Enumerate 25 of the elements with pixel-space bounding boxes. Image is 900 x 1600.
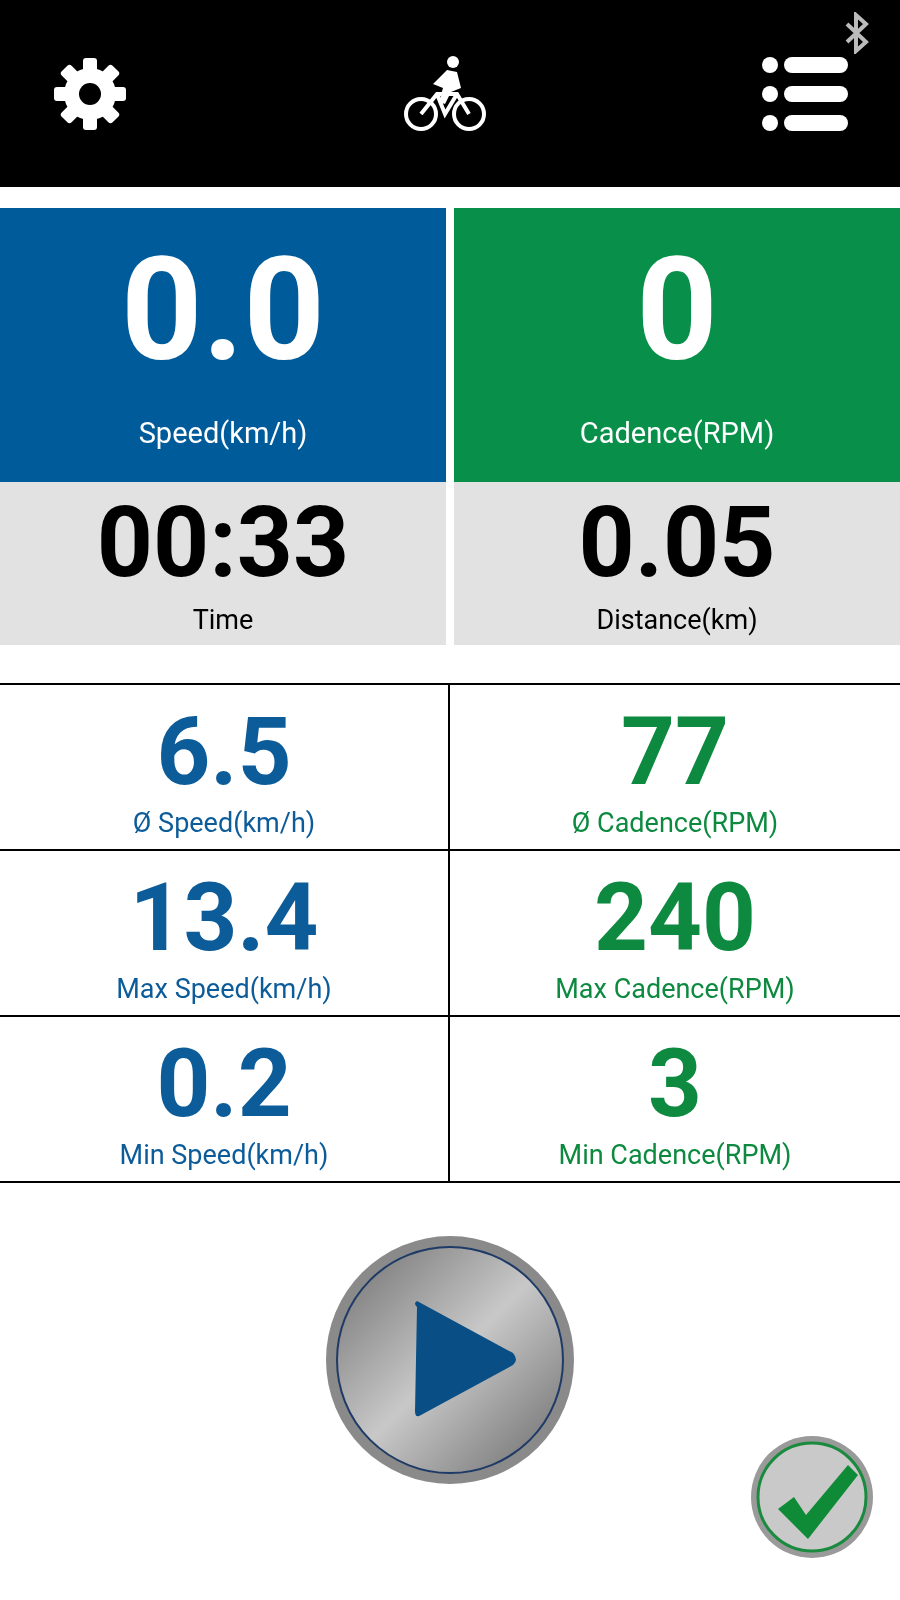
stat-value: 3 [648, 1037, 702, 1131]
check-button[interactable] [750, 1435, 874, 1559]
stat-label: Ø Speed(km/h) [132, 806, 316, 841]
settings-icon[interactable] [52, 55, 128, 132]
tile-value: 0.0 [120, 240, 326, 382]
stat-label: Max Cadence(RPM) [555, 972, 795, 1007]
stat-label: Min Speed(km/h) [119, 1138, 329, 1173]
tile-label: Cadence(RPM) [579, 415, 775, 452]
menu-icon[interactable] [762, 56, 848, 131]
stat-label: Ø Cadence(RPM) [571, 806, 779, 841]
stat-value: 13.4 [129, 871, 319, 965]
play-button[interactable] [325, 1235, 575, 1485]
tile-value: 0 [636, 240, 718, 382]
stat-label: Max Speed(km/h) [116, 972, 332, 1007]
stat-value: 0.2 [156, 1037, 292, 1131]
cyclist-icon [403, 53, 487, 134]
tile-label: Distance(km) [596, 603, 758, 638]
stat-label: Min Cadence(RPM) [558, 1138, 792, 1173]
tile-value: 0.05 [578, 494, 776, 592]
stat-value: 77 [621, 705, 729, 799]
tile-value: 00:33 [96, 494, 350, 592]
tile-label: Speed(km/h) [138, 415, 308, 452]
tile-label: Time [192, 603, 254, 638]
stat-value: 240 [594, 871, 756, 965]
stat-value: 6.5 [156, 705, 292, 799]
